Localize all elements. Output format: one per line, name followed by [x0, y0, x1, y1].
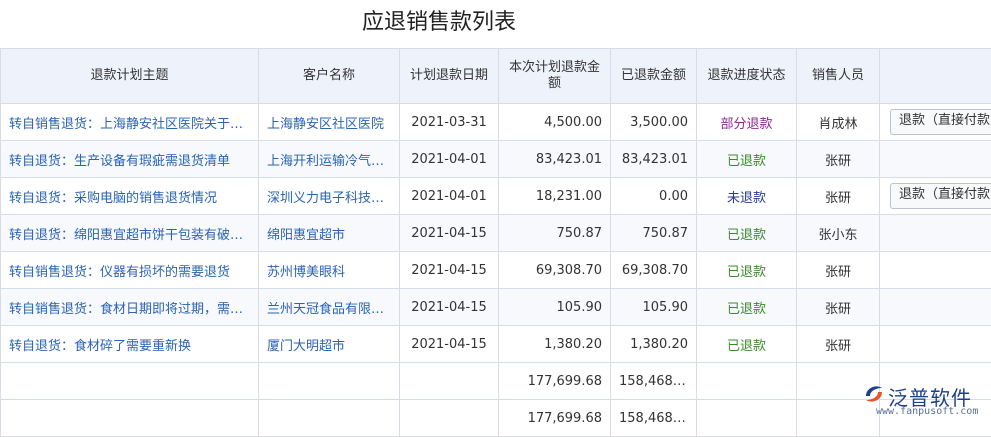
- refund-direct-pay-button[interactable]: 退款（直接付款: [890, 183, 991, 209]
- action-cell: [880, 215, 991, 252]
- totals-row: 177,699.68158,468.68: [1, 400, 991, 437]
- col-header-plan-amount[interactable]: 本次计划退款金额: [499, 49, 611, 104]
- plan-date-cell: 2021-04-15: [400, 215, 499, 252]
- customer-link[interactable]: 厦门大明超市: [259, 326, 400, 363]
- empty-cell: [400, 363, 499, 400]
- table-header-row: 退款计划主题 客户名称 计划退款日期 本次计划退款金额 已退款金额 退款进度状态…: [1, 49, 991, 104]
- status-badge: 已退款: [697, 326, 797, 363]
- refunded-amount-cell: 1,380.20: [611, 326, 697, 363]
- refunded-amount-cell: 69,308.70: [611, 252, 697, 289]
- refund-subject-link[interactable]: 转自销售退货：上海静安社区医院关于…: [1, 104, 259, 141]
- col-header-action: [880, 49, 991, 104]
- status-badge: 已退款: [697, 141, 797, 178]
- salesperson-cell: 张研: [797, 252, 880, 289]
- action-cell: 退款（直接付款: [880, 178, 991, 215]
- refunded-amount-cell: 3,500.00: [611, 104, 697, 141]
- plan-date-cell: 2021-04-15: [400, 252, 499, 289]
- salesperson-cell: 肖成林: [797, 104, 880, 141]
- refund-subject-link[interactable]: 转自销售退货：仪器有损坏的需要退货: [1, 252, 259, 289]
- empty-cell: [1, 363, 259, 400]
- totals-row: 177,699.68158,468.68: [1, 363, 991, 400]
- page-title: 应退销售款列表: [0, 6, 991, 40]
- customer-link[interactable]: 深圳义力电子科技…: [259, 178, 400, 215]
- refunded-amount-cell: 83,423.01: [611, 141, 697, 178]
- plan-date-cell: 2021-04-15: [400, 326, 499, 363]
- customer-link[interactable]: 苏州博美眼科: [259, 252, 400, 289]
- plan-amount-cell: 69,308.70: [499, 252, 611, 289]
- refunded-amount-cell: 750.87: [611, 215, 697, 252]
- refund-subject-link[interactable]: 转自退货：生产设备有瑕疵需退货清单: [1, 141, 259, 178]
- status-badge: 已退款: [697, 289, 797, 326]
- empty-cell: [259, 400, 400, 437]
- total-plan-amount: 177,699.68: [499, 400, 611, 437]
- table-row[interactable]: 转自退货：绵阳惠宜超市饼干包装有破…绵阳惠宜超市2021-04-15750.87…: [1, 215, 991, 252]
- refund-subject-link[interactable]: 转自销售退货：食材日期即将过期，需…: [1, 289, 259, 326]
- salesperson-cell: 张研: [797, 141, 880, 178]
- logo-icon: [862, 382, 886, 406]
- plan-amount-cell: 83,423.01: [499, 141, 611, 178]
- empty-cell: [1, 400, 259, 437]
- status-badge: 已退款: [697, 215, 797, 252]
- table-row[interactable]: 转自销售退货：仪器有损坏的需要退货苏州博美眼科2021-04-1569,308.…: [1, 252, 991, 289]
- refund-table: 退款计划主题 客户名称 计划退款日期 本次计划退款金额 已退款金额 退款进度状态…: [0, 48, 991, 437]
- total-refunded-amount: 158,468.68: [611, 363, 697, 400]
- customer-link[interactable]: 上海开利运输冷气…: [259, 141, 400, 178]
- plan-amount-cell: 4,500.00: [499, 104, 611, 141]
- action-cell: [880, 289, 991, 326]
- table-row[interactable]: 转自退货：食材碎了需要重新换厦门大明超市2021-04-151,380.201,…: [1, 326, 991, 363]
- action-cell: [880, 252, 991, 289]
- total-plan-amount: 177,699.68: [499, 363, 611, 400]
- refund-direct-pay-button[interactable]: 退款（直接付款: [890, 109, 991, 135]
- table-row[interactable]: 转自销售退货：食材日期即将过期，需…兰州天冠食品有限…2021-04-15105…: [1, 289, 991, 326]
- empty-cell: [697, 400, 797, 437]
- plan-date-cell: 2021-04-01: [400, 178, 499, 215]
- customer-link[interactable]: 上海静安区社区医院: [259, 104, 400, 141]
- plan-date-cell: 2021-03-31: [400, 104, 499, 141]
- total-refunded-amount: 158,468.68: [611, 400, 697, 437]
- refund-subject-link[interactable]: 转自退货：食材碎了需要重新换: [1, 326, 259, 363]
- customer-link[interactable]: 绵阳惠宜超市: [259, 215, 400, 252]
- status-badge: 已退款: [697, 252, 797, 289]
- refund-subject-link[interactable]: 转自退货：采购电脑的销售退货情况: [1, 178, 259, 215]
- empty-cell: [400, 400, 499, 437]
- customer-link[interactable]: 兰州天冠食品有限…: [259, 289, 400, 326]
- action-cell: [880, 141, 991, 178]
- col-header-status[interactable]: 退款进度状态: [697, 49, 797, 104]
- action-cell: [880, 326, 991, 363]
- status-badge: 部分退款: [697, 104, 797, 141]
- col-header-sales[interactable]: 销售人员: [797, 49, 880, 104]
- plan-date-cell: 2021-04-01: [400, 141, 499, 178]
- table-row[interactable]: 转自销售退货：上海静安社区医院关于…上海静安区社区医院2021-03-314,5…: [1, 104, 991, 141]
- refunded-amount-cell: 105.90: [611, 289, 697, 326]
- plan-date-cell: 2021-04-15: [400, 289, 499, 326]
- salesperson-cell: 张小东: [797, 215, 880, 252]
- plan-amount-cell: 105.90: [499, 289, 611, 326]
- plan-amount-cell: 18,231.00: [499, 178, 611, 215]
- logo-url-text: www.fanpusoft.com: [876, 406, 978, 417]
- col-header-plan-date[interactable]: 计划退款日期: [400, 49, 499, 104]
- status-badge: 未退款: [697, 178, 797, 215]
- plan-amount-cell: 1,380.20: [499, 326, 611, 363]
- plan-amount-cell: 750.87: [499, 215, 611, 252]
- table-row[interactable]: 转自退货：生产设备有瑕疵需退货清单上海开利运输冷气…2021-04-0183,4…: [1, 141, 991, 178]
- action-cell: 退款（直接付款: [880, 104, 991, 141]
- empty-cell: [259, 363, 400, 400]
- table-row[interactable]: 转自退货：采购电脑的销售退货情况深圳义力电子科技…2021-04-0118,23…: [1, 178, 991, 215]
- empty-cell: [697, 363, 797, 400]
- salesperson-cell: 张研: [797, 289, 880, 326]
- salesperson-cell: 张研: [797, 326, 880, 363]
- brand-logo: 泛普软件 www.fanpusoft.com: [862, 380, 987, 424]
- col-header-customer[interactable]: 客户名称: [259, 49, 400, 104]
- refunded-amount-cell: 0.00: [611, 178, 697, 215]
- col-header-subject[interactable]: 退款计划主题: [1, 49, 259, 104]
- col-header-refunded[interactable]: 已退款金额: [611, 49, 697, 104]
- salesperson-cell: 张研: [797, 178, 880, 215]
- refund-subject-link[interactable]: 转自退货：绵阳惠宜超市饼干包装有破…: [1, 215, 259, 252]
